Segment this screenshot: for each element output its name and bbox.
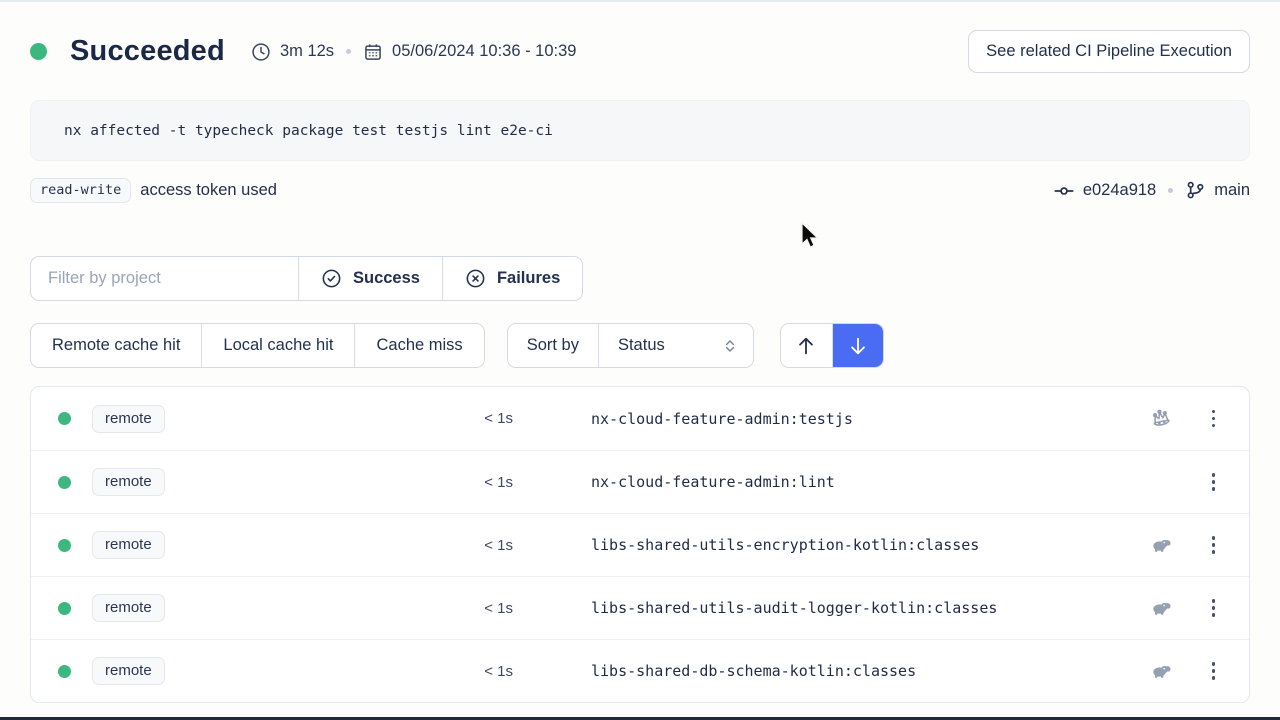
task-status-dot-icon xyxy=(58,539,71,552)
see-related-pipeline-button[interactable]: See related CI Pipeline Execution xyxy=(968,30,1250,73)
sort-group: Sort by Status xyxy=(507,323,754,368)
task-row[interactable]: remote < 1s nx-cloud-feature-admin:testj… xyxy=(31,387,1249,450)
filter-remote-cache-hit-button[interactable]: Remote cache hit xyxy=(31,324,201,367)
run-duration: 3m 12s xyxy=(251,42,334,62)
run-header: Succeeded 3m 12s 05/06/2024 10:36 - 10:3… xyxy=(30,30,1250,73)
task-duration: < 1s xyxy=(213,410,513,427)
task-row[interactable]: remote < 1s libs-shared-utils-audit-logg… xyxy=(31,576,1249,639)
task-duration: < 1s xyxy=(213,537,513,554)
filter-local-cache-hit-button[interactable]: Local cache hit xyxy=(201,324,354,367)
filter-success-label: Success xyxy=(353,269,420,288)
run-duration-text: 3m 12s xyxy=(280,42,334,61)
task-status-dot-icon xyxy=(58,476,71,489)
calendar-icon xyxy=(363,42,383,62)
task-name: libs-shared-utils-audit-logger-kotlin:cl… xyxy=(591,599,997,617)
clock-icon xyxy=(251,42,271,62)
task-name: nx-cloud-feature-admin:lint xyxy=(591,473,835,491)
task-status-dot-icon xyxy=(58,412,71,425)
kebab-menu-icon[interactable] xyxy=(1206,658,1222,684)
run-date-range: 05/06/2024 10:36 - 10:39 xyxy=(363,42,576,62)
filter-cache-miss-button[interactable]: Cache miss xyxy=(354,324,483,367)
task-duration: < 1s xyxy=(213,600,513,617)
task-status-dot-icon xyxy=(58,665,71,678)
task-row[interactable]: remote < 1s libs-shared-utils-encryption… xyxy=(31,513,1249,576)
task-row[interactable]: remote < 1s libs-shared-db-schema-kotlin… xyxy=(31,639,1249,702)
task-duration: < 1s xyxy=(213,663,513,680)
cache-source-badge: remote xyxy=(92,594,165,622)
git-branch-icon xyxy=(1185,180,1206,201)
task-status-dot-icon xyxy=(58,602,71,615)
x-circle-icon xyxy=(465,268,486,289)
chevron-up-down-icon xyxy=(722,338,738,354)
command-box: nx affected -t typecheck package test te… xyxy=(30,100,1250,161)
run-details-page: Succeeded 3m 12s 05/06/2024 10:36 - 10:3… xyxy=(0,30,1280,703)
branch-info[interactable]: main xyxy=(1185,180,1250,201)
cache-source-badge: remote xyxy=(92,531,165,559)
task-list: remote < 1s nx-cloud-feature-admin:testj… xyxy=(30,386,1250,703)
run-date-range-text: 05/06/2024 10:36 - 10:39 xyxy=(392,42,576,61)
arrow-up-icon xyxy=(795,335,817,357)
sort-select-value: Status xyxy=(618,336,665,355)
check-circle-icon xyxy=(321,268,342,289)
kebab-menu-icon[interactable] xyxy=(1206,595,1222,621)
window-top-border xyxy=(0,0,1280,2)
toolbar-row: Remote cache hit Local cache hit Cache m… xyxy=(30,323,1250,368)
kebab-menu-icon[interactable] xyxy=(1206,469,1222,495)
commit-info[interactable]: e024a918 xyxy=(1053,180,1156,202)
filter-failures-button[interactable]: Failures xyxy=(442,257,582,300)
run-command-text: nx affected -t typecheck package test te… xyxy=(64,123,553,139)
meta-separator-dot xyxy=(346,49,351,54)
branch-name: main xyxy=(1214,181,1250,200)
task-name: libs-shared-db-schema-kotlin:classes xyxy=(591,662,916,680)
status-dot-icon xyxy=(30,43,47,60)
sort-by-label: Sort by xyxy=(508,324,598,367)
jest-icon xyxy=(1149,407,1173,431)
token-row: read-write access token used e024a918 xyxy=(30,178,1250,203)
filter-row: Success Failures xyxy=(30,256,1250,301)
sort-select[interactable]: Status xyxy=(598,324,753,367)
task-row[interactable]: remote < 1s nx-cloud-feature-admin:lint xyxy=(31,450,1249,513)
commit-sha: e024a918 xyxy=(1083,181,1156,200)
task-name: libs-shared-utils-encryption-kotlin:clas… xyxy=(591,536,979,554)
filter-success-button[interactable]: Success xyxy=(298,257,442,300)
filter-by-project-input[interactable] xyxy=(31,257,298,300)
project-filter-group: Success Failures xyxy=(30,256,583,301)
cache-filter-group: Remote cache hit Local cache hit Cache m… xyxy=(30,323,485,368)
kebab-menu-icon[interactable] xyxy=(1206,406,1222,432)
arrow-down-icon xyxy=(847,335,869,357)
vcs-separator-dot xyxy=(1168,188,1173,193)
vcs-info: e024a918 main xyxy=(1053,180,1250,202)
access-token-label: access token used xyxy=(140,181,277,200)
cache-source-badge: remote xyxy=(92,405,165,433)
sort-ascending-button[interactable] xyxy=(781,324,832,367)
access-token-badge: read-write xyxy=(30,178,131,203)
gradle-elephant-icon xyxy=(1149,659,1173,683)
git-commit-icon xyxy=(1053,180,1075,202)
cache-source-badge: remote xyxy=(92,657,165,685)
task-duration: < 1s xyxy=(213,474,513,491)
sort-descending-button[interactable] xyxy=(832,324,883,367)
kebab-menu-icon[interactable] xyxy=(1206,532,1222,558)
gradle-elephant-icon xyxy=(1149,596,1173,620)
task-name: nx-cloud-feature-admin:testjs xyxy=(591,410,853,428)
cache-source-badge: remote xyxy=(92,468,165,496)
sort-direction-group xyxy=(780,323,884,368)
gradle-elephant-icon xyxy=(1149,533,1173,557)
run-status-title: Succeeded xyxy=(70,35,225,68)
filter-failures-label: Failures xyxy=(497,269,560,288)
